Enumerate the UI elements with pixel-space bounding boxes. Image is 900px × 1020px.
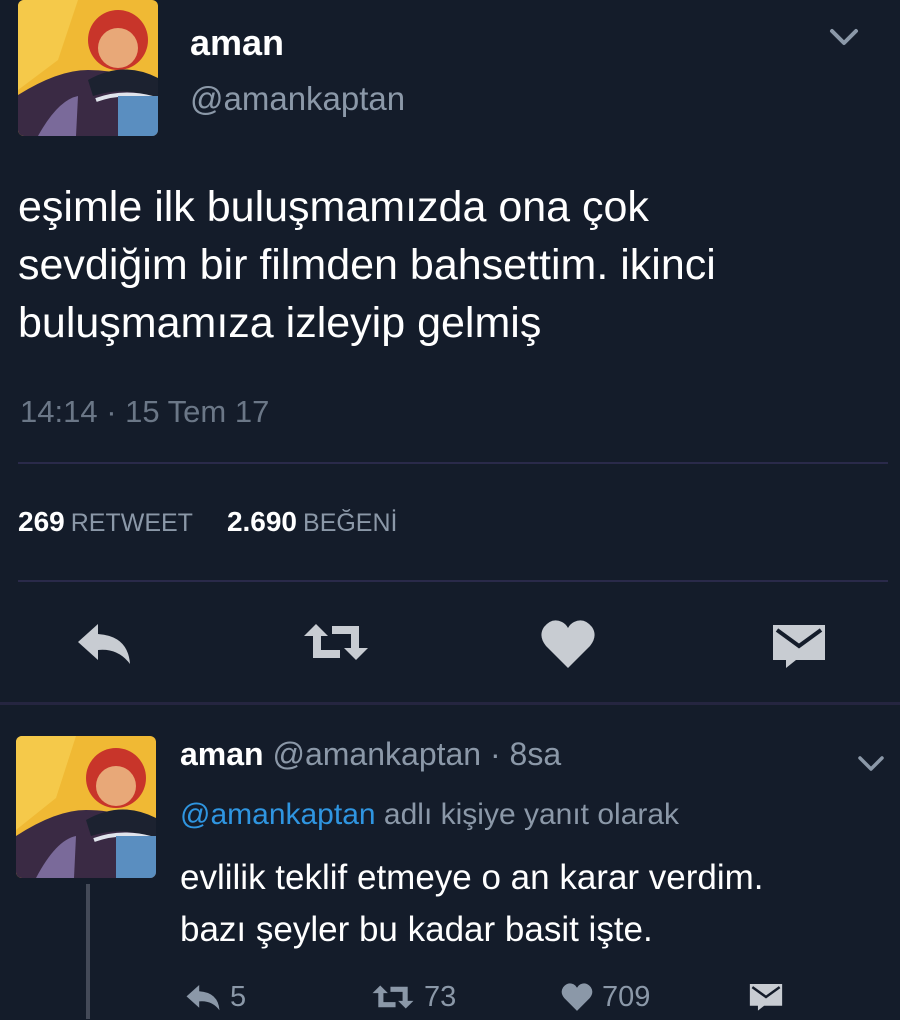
reply-action-dm[interactable] bbox=[748, 980, 784, 1020]
reply-meta[interactable]: @amankaptan · 8sa bbox=[272, 736, 561, 772]
avatar[interactable] bbox=[16, 736, 156, 878]
avatar[interactable] bbox=[18, 0, 158, 136]
reply-icon bbox=[186, 985, 220, 1011]
reply-icon[interactable] bbox=[74, 620, 134, 666]
divider bbox=[0, 702, 900, 705]
reply-display-name[interactable]: aman bbox=[180, 736, 264, 772]
chevron-down-icon[interactable] bbox=[854, 752, 888, 776]
retweet-icon bbox=[372, 985, 414, 1009]
direct-message-icon bbox=[749, 984, 783, 1011]
direct-message-icon[interactable] bbox=[770, 622, 828, 670]
reply-header: aman @amankaptan · 8sa bbox=[180, 736, 561, 773]
reply-action-retweet[interactable]: 73 bbox=[370, 980, 456, 1020]
reply-text: evlilik teklif etmeye o an karar verdim.… bbox=[180, 858, 764, 949]
like-icon[interactable] bbox=[540, 618, 596, 670]
like-icon bbox=[561, 983, 593, 1012]
tweet-stats: 269 RETWEET 2.690 BEĞENİ bbox=[18, 506, 432, 538]
avatar-image bbox=[18, 0, 158, 136]
tweet-text: eşimle ilk buluşmamızda ona çok sevdiğim… bbox=[18, 183, 716, 347]
retweet-icon[interactable] bbox=[300, 620, 372, 664]
tweet-detail-screen: aman @amankaptan eşimle ilk buluşmamızda… bbox=[0, 0, 900, 1019]
reply-action-reply[interactable]: 5 bbox=[184, 980, 246, 1020]
retweet-count[interactable]: 269 bbox=[18, 506, 65, 537]
user-handle[interactable]: @amankaptan bbox=[190, 80, 405, 118]
display-name[interactable]: aman bbox=[190, 22, 284, 64]
like-count[interactable]: 2.690 bbox=[227, 506, 297, 537]
reply-retweet-count: 73 bbox=[424, 980, 457, 1013]
avatar-image bbox=[16, 736, 156, 878]
reply-count: 5 bbox=[230, 980, 247, 1013]
divider bbox=[18, 580, 888, 582]
reply-context-label: adlı kişiye yanıt olarak bbox=[383, 798, 680, 831]
reply-action-like[interactable]: 709 bbox=[560, 980, 650, 1020]
reply-mention-link[interactable]: @amankaptan bbox=[180, 798, 376, 831]
thread-line bbox=[86, 884, 90, 1019]
like-label[interactable]: BEĞENİ bbox=[303, 509, 397, 537]
chevron-down-icon[interactable] bbox=[826, 24, 862, 50]
tweet-timestamp[interactable]: 14:14 · 15 Tem 17 bbox=[20, 394, 269, 430]
reply-context: @amankaptan adlı kişiye yanıt olarak bbox=[180, 798, 679, 832]
retweet-label[interactable]: RETWEET bbox=[71, 509, 193, 537]
reply-like-count: 709 bbox=[602, 980, 651, 1013]
divider bbox=[18, 462, 888, 464]
